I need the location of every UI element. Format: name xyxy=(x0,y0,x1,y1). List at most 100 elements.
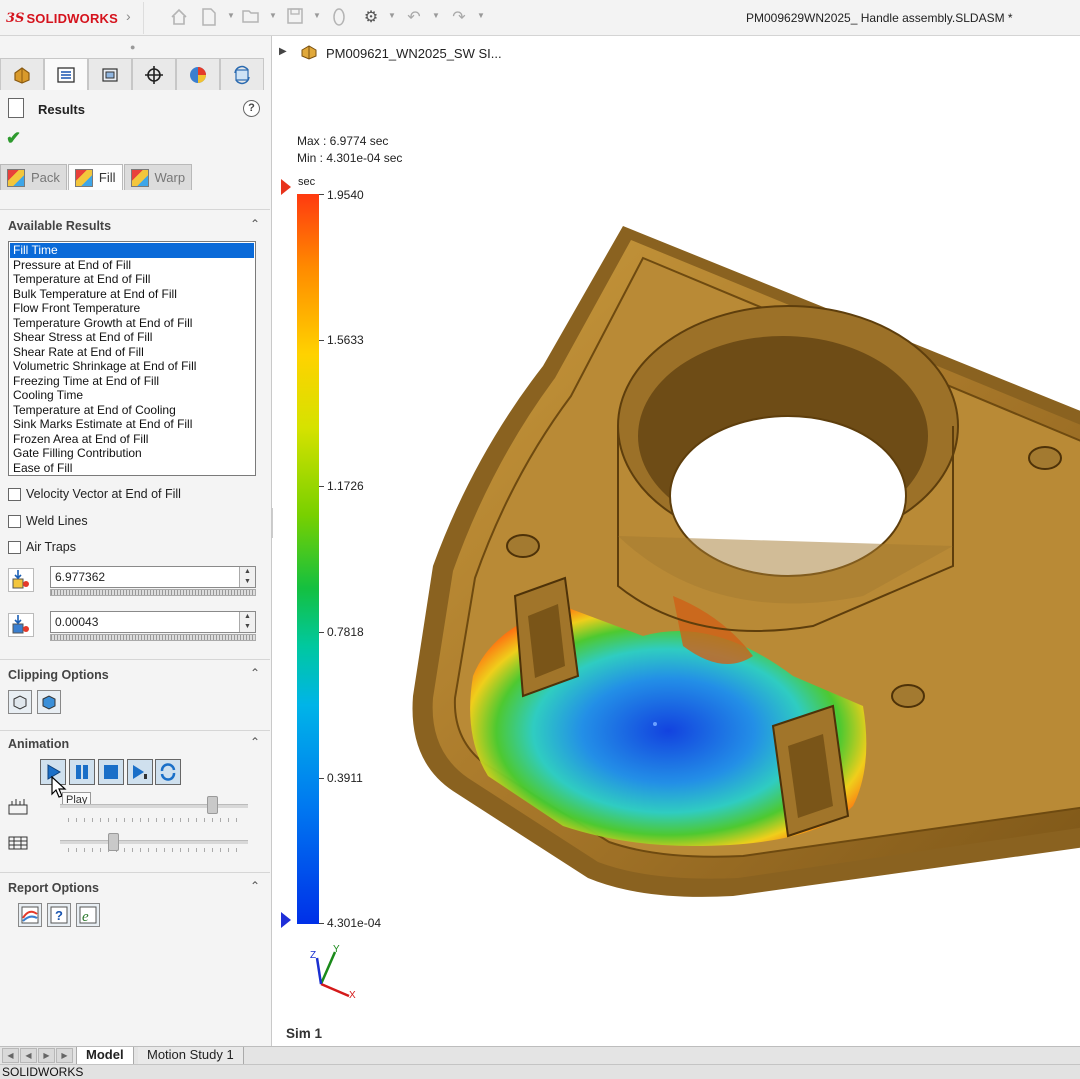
dimxpert-manager-tab[interactable] xyxy=(132,58,176,90)
report-help-icon[interactable]: ? xyxy=(47,903,71,927)
checkbox[interactable] xyxy=(8,514,21,528)
air-traps-checkbox[interactable]: Air Traps xyxy=(8,540,76,554)
frame-slider-track[interactable] xyxy=(60,840,248,844)
tab-fill[interactable]: Fill xyxy=(67,164,123,190)
velocity-vector-checkbox[interactable]: Velocity Vector at End of Fill xyxy=(8,487,181,501)
clipping-plane-icon[interactable] xyxy=(8,690,32,714)
chevron-down-icon[interactable]: ▼ xyxy=(388,11,396,20)
chevron-down-icon[interactable]: ▼ xyxy=(432,11,440,20)
max-value-spinner[interactable]: ▲ ▼ xyxy=(239,567,255,587)
property-manager-tab[interactable] xyxy=(44,58,88,90)
animation-title[interactable]: Animation xyxy=(8,737,69,751)
chevron-right-icon[interactable]: › xyxy=(126,8,131,24)
min-value-field[interactable]: 0.00043 ▲ ▼ xyxy=(50,611,256,633)
step-forward-button[interactable] xyxy=(127,759,153,785)
list-item[interactable]: Temperature at End of Fill xyxy=(10,272,254,287)
panel-grip[interactable]: ● xyxy=(130,42,135,52)
legend-value: 1.1726 xyxy=(327,479,364,493)
tab-pack[interactable]: Pack xyxy=(0,164,67,190)
stop-button[interactable] xyxy=(98,759,124,785)
feature-manager-tab[interactable] xyxy=(0,58,44,90)
step-forward-icon xyxy=(133,765,147,779)
display-manager-tab[interactable] xyxy=(176,58,220,90)
list-item[interactable]: Pressure at End of Fill xyxy=(10,258,254,273)
min-value-spinner[interactable]: ▲ ▼ xyxy=(239,612,255,632)
tab-model[interactable]: Model xyxy=(76,1047,134,1065)
chevron-up-icon[interactable]: ⌃ xyxy=(250,735,260,749)
chevron-up-icon[interactable]: ⌃ xyxy=(250,879,260,893)
chevron-down-icon[interactable]: ▼ xyxy=(227,11,235,20)
tab-label: Pack xyxy=(31,170,60,185)
legend-color-bar xyxy=(297,194,319,924)
tab-motion-study[interactable]: Motion Study 1 xyxy=(138,1047,244,1065)
print-icon[interactable] xyxy=(328,7,350,29)
stop-icon xyxy=(104,765,118,779)
clipping-section-icon[interactable] xyxy=(37,690,61,714)
list-item[interactable]: Shear Stress at End of Fill xyxy=(10,330,254,345)
chevron-down-icon[interactable]: ▼ xyxy=(313,11,321,20)
report-chart-icon[interactable] xyxy=(18,903,42,927)
new-file-icon[interactable] xyxy=(198,7,220,29)
available-results-list[interactable]: Fill Time Pressure at End of Fill Temper… xyxy=(8,241,256,476)
list-item[interactable]: Freezing Time at End of Fill xyxy=(10,374,254,389)
min-value-slider[interactable] xyxy=(50,634,256,641)
chevron-down-icon[interactable]: ▼ xyxy=(477,11,485,20)
max-value-field[interactable]: 6.977362 ▲ ▼ xyxy=(50,566,256,588)
list-item[interactable]: Volumetric Shrinkage at End of Fill xyxy=(10,359,254,374)
open-folder-icon[interactable] xyxy=(240,7,262,29)
last-tab-icon[interactable]: ▶ xyxy=(56,1048,73,1063)
frames-icon xyxy=(8,834,30,852)
options-gear-icon[interactable]: ⚙ xyxy=(360,7,382,29)
list-item[interactable]: Flow Front Temperature xyxy=(10,301,254,316)
loop-button[interactable] xyxy=(155,759,181,785)
save-icon[interactable] xyxy=(284,7,306,29)
list-item[interactable]: Temperature Growth at End of Fill xyxy=(10,316,254,331)
list-item[interactable]: Temperature at End of Cooling xyxy=(10,403,254,418)
first-tab-icon[interactable]: ◀ xyxy=(2,1048,19,1063)
list-item[interactable]: Fill Time xyxy=(10,243,254,258)
list-item[interactable]: Bulk Temperature at End of Fill xyxy=(10,287,254,302)
redo-icon[interactable]: ↷ xyxy=(448,7,470,29)
help-icon[interactable]: ? xyxy=(243,100,260,117)
simulation-manager-tab[interactable] xyxy=(220,58,264,90)
undo-icon[interactable]: ↶ xyxy=(403,7,425,29)
chevron-up-icon[interactable]: ⌃ xyxy=(250,217,260,231)
pause-button[interactable] xyxy=(69,759,95,785)
next-tab-icon[interactable]: ▶ xyxy=(38,1048,55,1063)
list-item[interactable]: Cooling Time xyxy=(10,388,254,403)
solidworks-logo[interactable]: 3S SOLIDWORKS xyxy=(6,9,118,27)
clipping-options-title[interactable]: Clipping Options xyxy=(8,668,109,682)
chevron-up-icon[interactable]: ⌃ xyxy=(250,666,260,680)
checkbox[interactable] xyxy=(8,487,21,501)
report-export-icon[interactable]: e xyxy=(76,903,100,927)
feature-tree-icon xyxy=(14,66,30,84)
available-results-title[interactable]: Available Results xyxy=(8,219,111,233)
chevron-down-icon[interactable]: ▼ xyxy=(269,11,277,20)
frame-slider-thumb[interactable] xyxy=(107,833,119,851)
list-item[interactable]: Gate Filling Contribution xyxy=(10,446,254,461)
weld-lines-checkbox[interactable]: Weld Lines xyxy=(8,514,88,528)
legend-tick xyxy=(319,632,324,633)
bottom-tabs-bar: ◀ ◀ ▶ ▶ Model Motion Study 1 xyxy=(0,1046,1080,1065)
tab-warp[interactable]: Warp xyxy=(123,164,193,190)
graphics-area[interactable]: ▶ PM009621_WN2025_SW SI... Max : 6.9774 … xyxy=(273,36,1080,1046)
list-item[interactable]: Shear Rate at End of Fill xyxy=(10,345,254,360)
home-icon[interactable] xyxy=(168,7,190,29)
legend-value: 1.5633 xyxy=(327,333,364,347)
ok-checkmark-icon[interactable]: ✔ xyxy=(6,128,21,149)
configuration-manager-tab[interactable] xyxy=(88,58,132,90)
legend-max-marker[interactable] xyxy=(281,179,291,195)
expand-arrow-icon[interactable]: ▶ xyxy=(279,46,287,57)
checkbox[interactable] xyxy=(8,540,21,554)
prev-tab-icon[interactable]: ◀ xyxy=(20,1048,37,1063)
max-value-slider[interactable] xyxy=(50,589,256,596)
cad-model-view[interactable] xyxy=(393,206,1080,936)
speed-slider-thumb[interactable] xyxy=(206,796,218,814)
feature-tree-item[interactable]: PM009621_WN2025_SW SI... xyxy=(326,46,502,61)
list-item[interactable]: Ease of Fill xyxy=(10,461,254,476)
legend-min-marker[interactable] xyxy=(281,912,291,928)
list-item[interactable]: Sink Marks Estimate at End of Fill xyxy=(10,417,254,432)
speed-slider-track[interactable] xyxy=(60,804,248,808)
report-options-title[interactable]: Report Options xyxy=(8,881,99,895)
list-item[interactable]: Frozen Area at End of Fill xyxy=(10,432,254,447)
